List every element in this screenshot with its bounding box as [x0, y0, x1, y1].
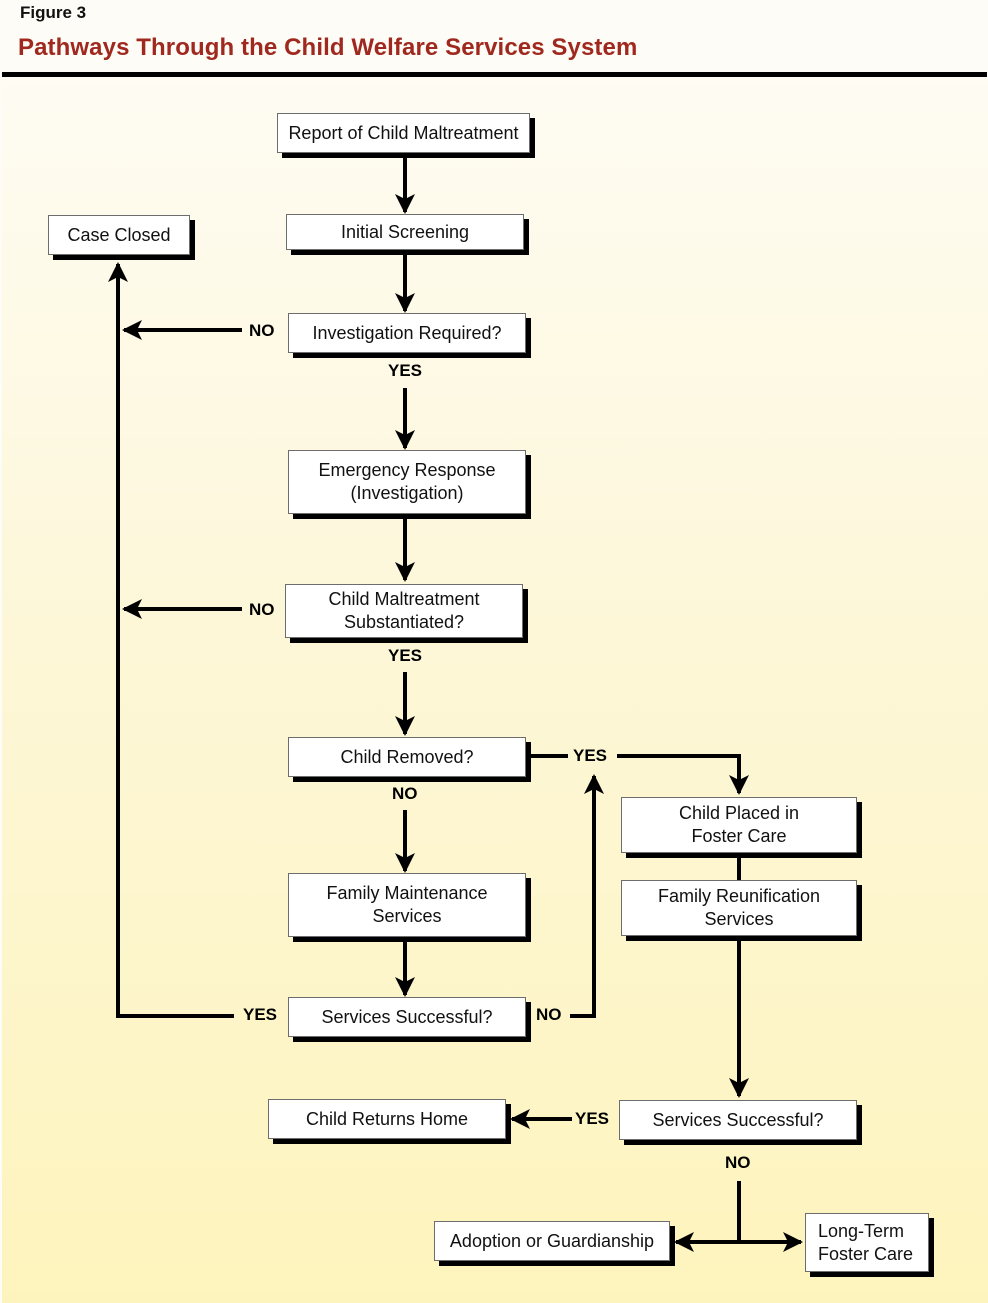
- label-investigation-no: NO: [249, 321, 275, 340]
- node-services-successful-left: Services Successful?: [288, 997, 526, 1037]
- node-family-reunification: Family Reunification Services: [621, 880, 857, 936]
- label-substantiated-no: NO: [249, 600, 275, 619]
- label-right-success-yes: YES: [575, 1109, 610, 1128]
- label-removed-yes: YES: [573, 746, 608, 765]
- node-long-term-foster: Long-Term Foster Care: [805, 1213, 929, 1272]
- edge-removed-yes-b: [617, 754, 749, 795]
- label-investigation-yes: YES: [388, 361, 423, 380]
- node-report: Report of Child Maltreatment: [277, 113, 530, 153]
- node-case-closed: Case Closed: [48, 215, 190, 255]
- node-investigation-required: Investigation Required?: [288, 313, 526, 353]
- node-child-returns-home: Child Returns Home: [268, 1099, 506, 1139]
- label-substantiated-yes: YES: [388, 646, 423, 665]
- edge-success-no-loop: [570, 774, 604, 1018]
- label-left-success-no: NO: [536, 1005, 562, 1024]
- node-emergency-response: Emergency Response (Investigation): [288, 450, 526, 514]
- label-removed-no: NO: [392, 784, 418, 803]
- edge-success-yes-caseclosed: [108, 262, 234, 1018]
- node-child-removed: Child Removed?: [288, 737, 526, 777]
- node-adoption: Adoption or Guardianship: [434, 1221, 670, 1261]
- label-left-success-yes: YES: [243, 1005, 278, 1024]
- node-substantiated: Child Maltreatment Substantiated?: [285, 584, 523, 638]
- node-initial-screening: Initial Screening: [286, 214, 524, 250]
- label-right-success-no: NO: [725, 1153, 751, 1172]
- node-family-maintenance: Family Maintenance Services: [288, 873, 526, 937]
- node-services-successful-right: Services Successful?: [619, 1100, 857, 1140]
- node-foster-care: Child Placed in Foster Care: [621, 797, 857, 853]
